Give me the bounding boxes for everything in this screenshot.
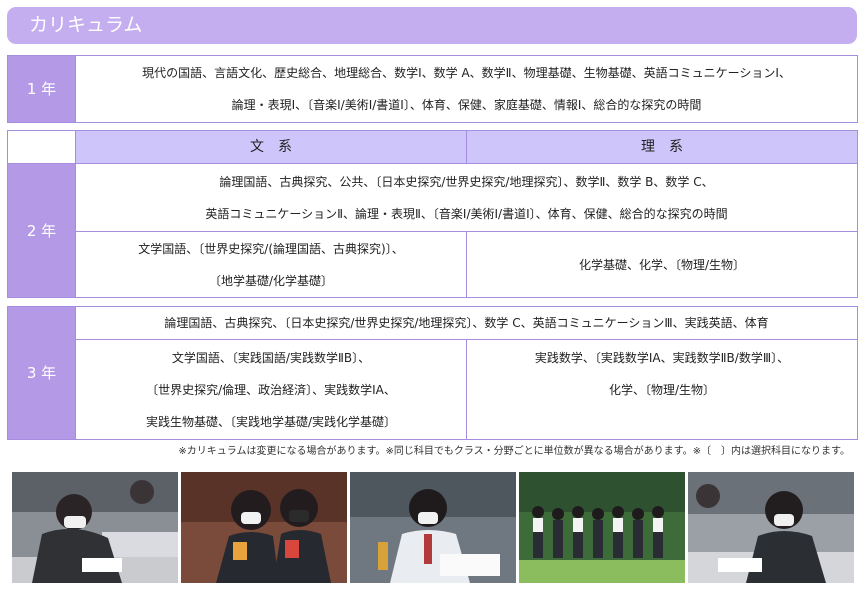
grade2-bunkei-line1: 文学国語、〔世界史探究/(論理国語、古典探究)〕、 <box>138 241 404 256</box>
grade2-common-line2: 英語コミュニケーションⅡ、論理・表現Ⅱ、〔音楽Ⅰ/美術Ⅰ/書道Ⅰ〕、体育、保健、… <box>205 206 728 221</box>
grade1-label: 1 年 <box>7 55 76 123</box>
grade3-bunkei: 文学国語、〔実践国語/実践数学ⅡB〕、 〔世界史探究/倫理、政治経済〕、実践数学… <box>75 339 467 440</box>
grade2-table: 文 系 理 系 2 年 論理国語、古典探究、公共、〔日本史探究/世界史探究/地理… <box>7 130 858 298</box>
grade1-subjects: 現代の国語、言語文化、歴史総合、地理総合、数学Ⅰ、数学 A、数学Ⅱ、物理基礎、生… <box>75 55 858 123</box>
grade2-common-line1: 論理国語、古典探究、公共、〔日本史探究/世界史探究/地理探究〕、数学Ⅱ、数学 B… <box>219 174 714 189</box>
photo-student-classroom <box>688 472 854 583</box>
grade3-common-line1: 論理国語、古典探究、〔日本史探究/世界史探究/地理探究〕、数学 C、英語コミュニ… <box>164 316 769 330</box>
grade2-label: 2 年 <box>7 163 76 298</box>
grade3-bunkei-line2: 〔世界史探究/倫理、政治経済〕、実践数学ⅠA、 <box>146 382 396 397</box>
section-title: カリキュラム <box>7 7 857 44</box>
grade1-line1: 現代の国語、言語文化、歴史総合、地理総合、数学Ⅰ、数学 A、数学Ⅱ、物理基礎、生… <box>142 66 791 80</box>
grade3-rikei-line1: 実践数学、〔実践数学ⅠA、実践数学ⅡB/数学Ⅲ〕、 <box>534 351 790 365</box>
grade2-rikei-line1: 化学基礎、化学、〔物理/生物〕 <box>578 257 746 272</box>
grade3-rikei: 実践数学、〔実践数学ⅠA、実践数学ⅡB/数学Ⅲ〕、 化学、〔物理/生物〕 <box>466 339 858 440</box>
footnote: ※カリキュラムは変更になる場合があります。※同じ科目でもクラス・分野ごとに単位数… <box>178 446 850 457</box>
grade1-table: 1 年 現代の国語、言語文化、歴史総合、地理総合、数学Ⅰ、数学 A、数学Ⅱ、物理… <box>7 55 858 123</box>
column-head-bunkei: 文 系 <box>75 130 467 164</box>
grade2-common: 論理国語、古典探究、公共、〔日本史探究/世界史探究/地理探究〕、数学Ⅱ、数学 B… <box>75 163 858 232</box>
photo-strip <box>12 472 854 583</box>
photo-student-writing <box>12 472 178 583</box>
grade3-table: 3 年 論理国語、古典探究、〔日本史探究/世界史探究/地理探究〕、数学 C、英語… <box>7 306 858 440</box>
grade3-rikei-line2: 化学、〔物理/生物〕 <box>608 383 716 397</box>
grade3-bunkei-line3: 実践生物基礎、〔実践地学基礎/実践化学基礎〕 <box>145 414 397 429</box>
grade2-bunkei: 文学国語、〔世界史探究/(論理国語、古典探究)〕、 〔地学基礎/化学基礎〕 <box>75 231 467 298</box>
grade3-common: 論理国語、古典探究、〔日本史探究/世界史探究/地理探究〕、数学 C、英語コミュニ… <box>75 306 858 340</box>
grade1-line2: 論理・表現Ⅰ、〔音楽Ⅰ/美術Ⅰ/書道Ⅰ〕、体育、保健、家庭基礎、情報Ⅰ、総合的な… <box>231 98 702 112</box>
grade3-bunkei-line1: 文学国語、〔実践国語/実践数学ⅡB〕、 <box>171 350 371 365</box>
grade3-label: 3 年 <box>7 306 76 440</box>
photo-two-students <box>181 472 347 583</box>
photo-student-studying <box>350 472 516 583</box>
column-head-blank <box>7 130 76 164</box>
grade2-rikei: 化学基礎、化学、〔物理/生物〕 <box>466 231 858 298</box>
photo-group-outdoors <box>519 472 685 583</box>
grade2-bunkei-line2: 〔地学基礎/化学基礎〕 <box>208 273 334 288</box>
column-head-rikei: 理 系 <box>466 130 858 164</box>
